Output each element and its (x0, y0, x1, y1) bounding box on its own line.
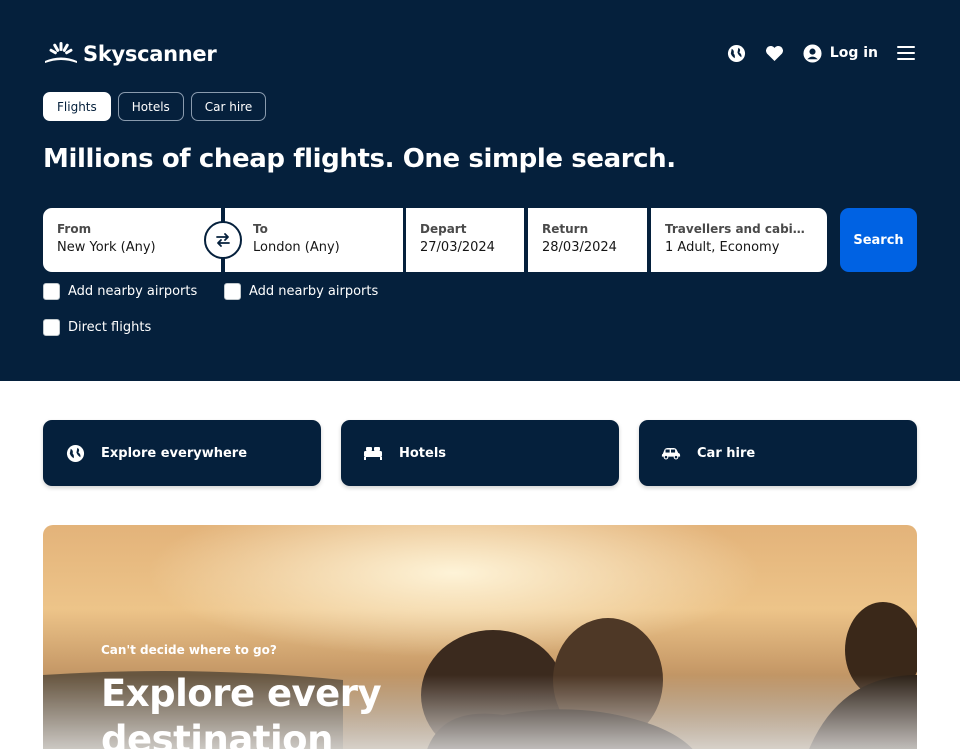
depart-value: 27/03/2024 (420, 240, 495, 255)
login-button[interactable]: Log in (803, 43, 878, 63)
explore-everywhere-card[interactable]: Explore everywhere (43, 420, 321, 486)
car-hire-label: Car hire (697, 445, 756, 461)
account-icon (803, 43, 822, 63)
header-actions: Log in (727, 42, 916, 64)
car-icon (661, 443, 681, 463)
search-button[interactable]: Search (840, 208, 917, 272)
travellers-field[interactable]: Travellers and cabin cla... 1 Adult, Eco… (651, 208, 827, 272)
direct-flights-checkbox[interactable]: Direct flights (43, 318, 151, 336)
promo-kicker: Can't decide where to go? (101, 643, 277, 657)
checkbox-label: Add nearby airports (68, 283, 198, 299)
from-label: From (57, 222, 92, 236)
hotels-card[interactable]: Hotels (341, 420, 619, 486)
product-tabs: Flights Hotels Car hire (43, 92, 267, 121)
swap-arrows-icon (216, 233, 230, 247)
to-value: London (Any) (253, 240, 340, 255)
from-field[interactable]: From New York (Any) (43, 208, 221, 272)
travellers-value: 1 Adult, Economy (665, 240, 780, 255)
car-hire-card[interactable]: Car hire (639, 420, 917, 486)
checkbox-box[interactable] (43, 282, 60, 300)
globe-icon (65, 443, 85, 463)
tab-car-hire[interactable]: Car hire (190, 92, 267, 121)
return-value: 28/03/2024 (542, 240, 617, 255)
explore-everywhere-label: Explore everywhere (101, 445, 248, 461)
promo-title: Explore every destination (101, 672, 382, 749)
from-value: New York (Any) (57, 240, 156, 255)
to-field[interactable]: To London (Any) (225, 208, 403, 272)
sunrise-logo-icon (45, 42, 77, 63)
checkbox-box[interactable] (224, 282, 241, 300)
login-label: Log in (829, 45, 878, 61)
checkbox-box[interactable] (43, 318, 60, 336)
nearby-airports-origin-checkbox[interactable]: Add nearby airports (43, 282, 197, 300)
depart-label: Depart (420, 222, 467, 236)
brand-name: Skyscanner (83, 42, 217, 66)
nearby-airports-destination-checkbox[interactable]: Add nearby airports (224, 282, 378, 300)
return-label: Return (542, 222, 589, 236)
explore-promo-banner[interactable]: Can't decide where to go? Explore every … (43, 525, 917, 749)
hotels-label: Hotels (399, 445, 447, 461)
travellers-label: Travellers and cabin cla... (665, 222, 813, 236)
page-headline: Millions of cheap flights. One simple se… (43, 144, 676, 174)
tab-hotels[interactable]: Hotels (117, 92, 184, 121)
swap-locations-button[interactable] (204, 221, 242, 259)
skyscanner-logo[interactable]: Skyscanner (43, 41, 217, 67)
checkbox-label: Add nearby airports (249, 283, 379, 299)
tab-flights[interactable]: Flights (43, 92, 111, 121)
depart-field[interactable]: Depart 27/03/2024 (406, 208, 524, 272)
globe-icon[interactable] (727, 43, 747, 63)
to-label: To (253, 222, 268, 236)
heart-icon[interactable] (765, 43, 785, 63)
bed-icon (363, 443, 383, 463)
checkbox-label: Direct flights (68, 319, 152, 335)
menu-icon[interactable] (896, 43, 916, 63)
return-field[interactable]: Return 28/03/2024 (528, 208, 647, 272)
